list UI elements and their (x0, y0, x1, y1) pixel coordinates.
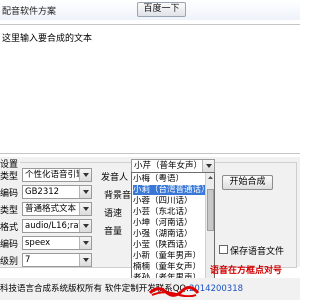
text-type-value: 普通格式文本 (25, 204, 77, 214)
speaker-option[interactable]: 小梅（粤语） (133, 174, 205, 184)
speaker-option[interactable]: 小坤（河南话） (133, 218, 205, 228)
speaker-selected-value: 小芹（普年女声） (134, 161, 203, 171)
speed-label: 语速 (104, 209, 123, 219)
red-scribble-mark (148, 286, 200, 297)
speaker-select[interactable]: 小芹（普年女声） (131, 159, 215, 173)
text-type-label: 类型 (0, 206, 19, 216)
background-sound-label: 背景音 (104, 191, 132, 201)
baidu-search-button[interactable]: 百度一下 (137, 2, 186, 17)
start-synthesis-button[interactable]: 开始合成 (222, 175, 273, 190)
chevron-down-icon[interactable] (79, 186, 91, 198)
chevron-down-icon[interactable] (79, 237, 91, 249)
audio-format-label: 格式 (0, 223, 19, 233)
engine-type-label: 类型 (0, 172, 19, 182)
speaker-option[interactable]: 楠楠（童年女声） (133, 262, 205, 272)
window-title: 配音软件方案 (2, 7, 57, 17)
chevron-down-icon[interactable] (79, 254, 91, 266)
engine-type-value: 个性化语音引擎 (25, 170, 85, 180)
audio-encoding-value: speex (25, 238, 51, 248)
synthesis-text-area[interactable]: 这里输入要合成的文本 (0, 24, 300, 154)
speaker-option[interactable]: 小强（湖南话） (133, 229, 205, 239)
scroll-thumb[interactable] (207, 189, 214, 231)
save-hint-notice: 语音在方框点对号 (210, 266, 283, 276)
scroll-up-arrow-icon[interactable] (206, 173, 215, 182)
chevron-down-icon[interactable] (202, 160, 214, 172)
speaker-label: 发音人 (101, 173, 129, 183)
speaker-option[interactable]: 小新（童年男声） (133, 251, 205, 261)
speaker-dropdown-list[interactable]: 小梅（粤语） 小莉（台湾普通话） 小蓉（四川话） 小芸（东北话） 小坤（河南话）… (131, 172, 215, 285)
footer-copyright: 科技语言合成系统版权所有 软件定制开发联系QQ:2014200318 (0, 282, 243, 294)
compression-level-select[interactable]: 7 (22, 253, 92, 267)
save-audio-label: 保存语音文件 (230, 247, 285, 257)
speaker-option-selected[interactable]: 小莉（台湾普通话） (133, 185, 205, 195)
synthesis-text: 这里输入要合成的文本 (2, 34, 93, 44)
compression-level-label: 级别 (0, 257, 19, 267)
text-type-select[interactable]: 普通格式文本 (22, 202, 92, 216)
text-encoding-value: GB2312 (25, 187, 60, 197)
chevron-down-icon[interactable] (79, 203, 91, 215)
text-encoding-select[interactable]: GB2312 (22, 185, 92, 199)
engine-type-select[interactable]: 个性化语音引擎 (22, 168, 92, 182)
speaker-option[interactable]: 小蓉（四川话） (133, 196, 205, 206)
save-audio-checkbox[interactable] (219, 245, 228, 254)
audio-format-select[interactable]: audio/L16;rate= (22, 219, 92, 233)
title-bar: 配音软件方案 百度一下 (0, 0, 300, 20)
audio-encoding-label: 编码 (0, 240, 19, 250)
chevron-down-icon[interactable] (79, 220, 91, 232)
volume-label: 音量 (104, 227, 123, 237)
audio-encoding-select[interactable]: speex (22, 236, 92, 250)
compression-level-value: 7 (25, 255, 31, 265)
speaker-option[interactable]: 小莹（陕西话） (133, 240, 205, 250)
text-encoding-label: 编码 (0, 189, 19, 199)
chevron-down-icon[interactable] (79, 169, 91, 181)
speaker-option[interactable]: 小芸（东北话） (133, 207, 205, 217)
